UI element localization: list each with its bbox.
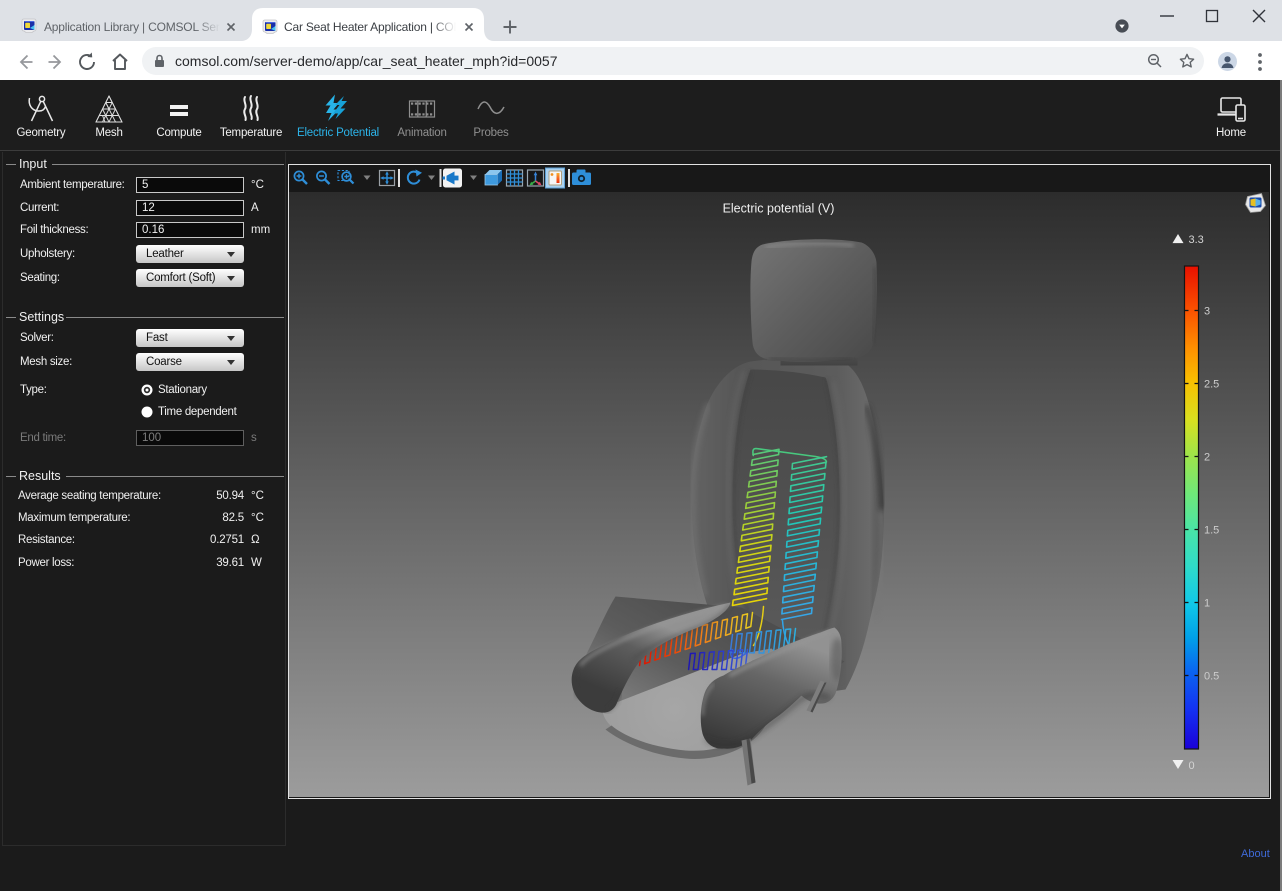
svg-text:0.5: 0.5: [1204, 671, 1219, 683]
svg-text:1.5: 1.5: [1204, 525, 1219, 537]
svg-text:1: 1: [1204, 598, 1210, 610]
svg-text:3: 3: [1204, 306, 1210, 318]
svg-text:Electric potential (V): Electric potential (V): [723, 202, 835, 216]
svg-text:2: 2: [1204, 452, 1210, 464]
svg-text:0: 0: [1189, 760, 1195, 772]
svg-text:2.5: 2.5: [1204, 379, 1219, 391]
svg-text:3.3: 3.3: [1189, 234, 1204, 246]
